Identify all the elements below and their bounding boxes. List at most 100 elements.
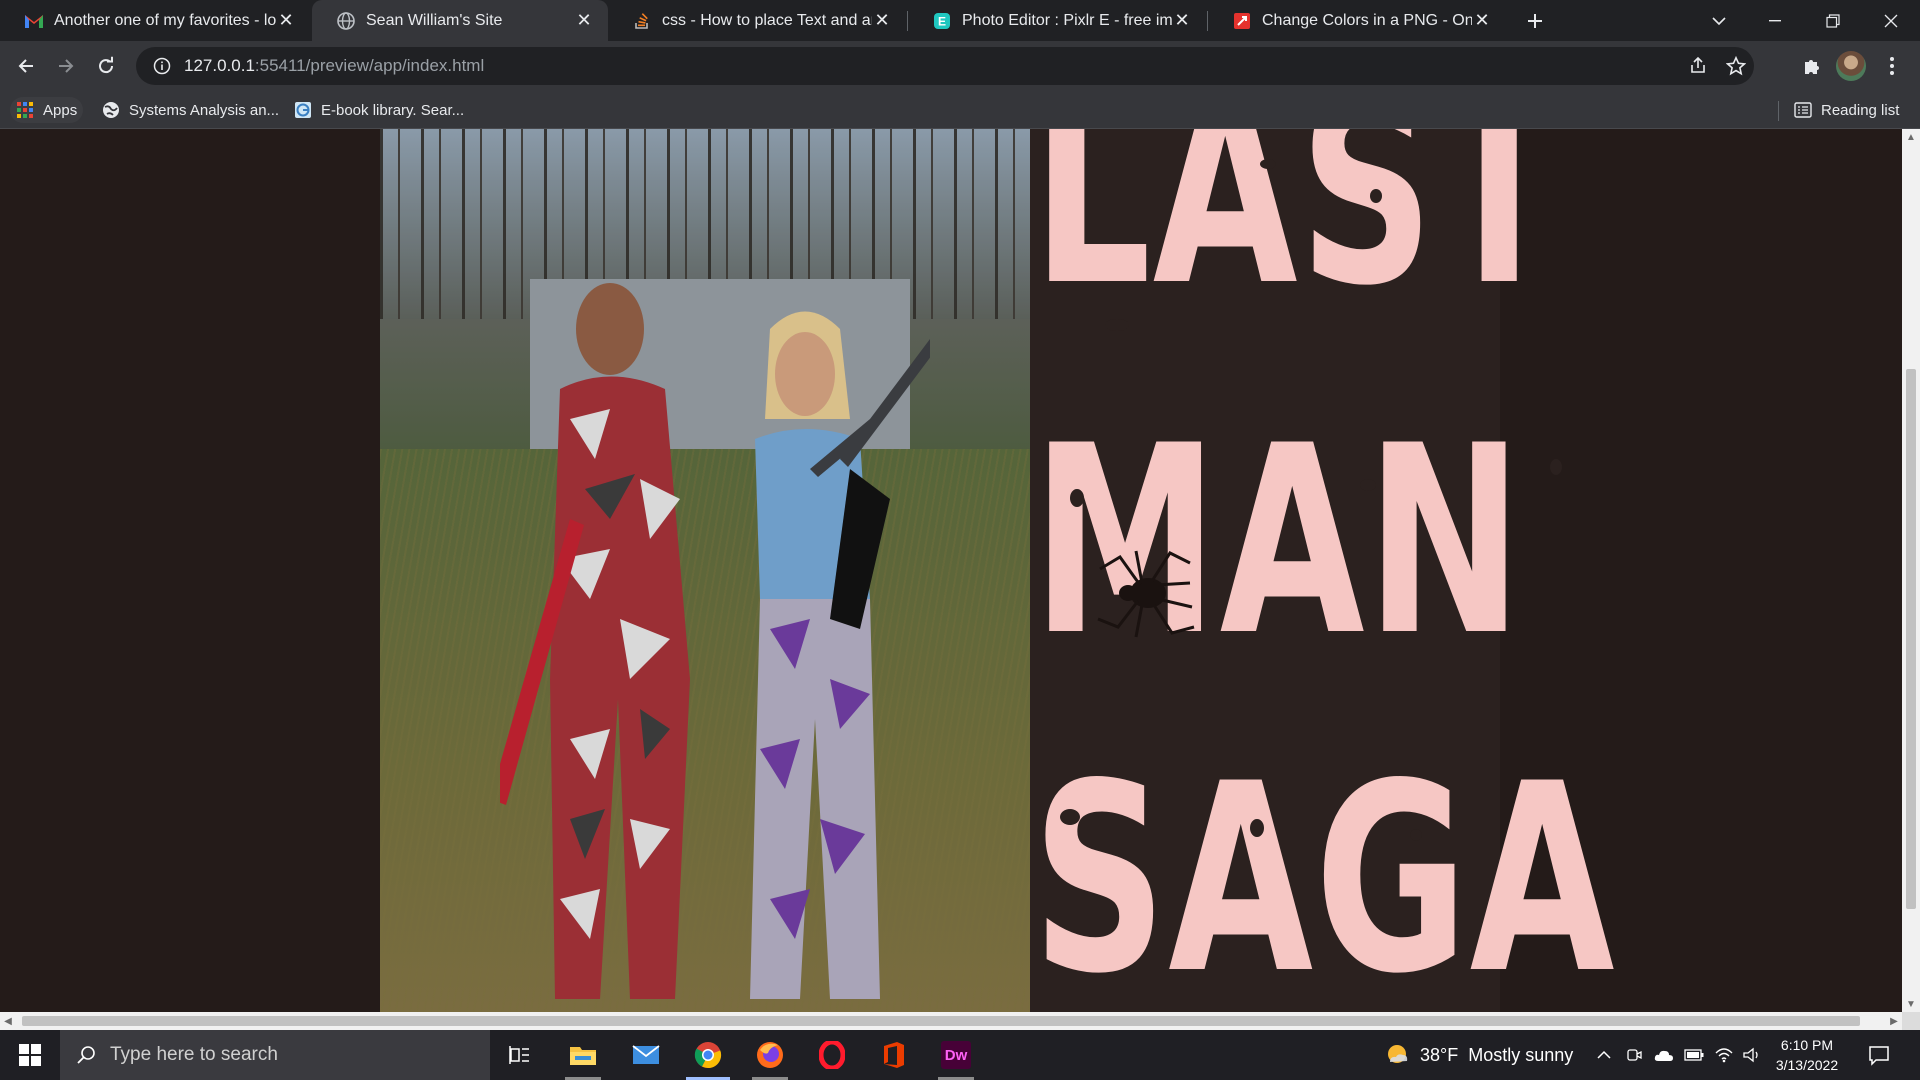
scroll-left-arrow-icon[interactable]: ◀ <box>0 1012 16 1030</box>
pixlr-icon: E <box>932 11 952 31</box>
address-bar[interactable]: 127.0.0.1:55411/preview/app/index.html <box>136 47 1754 85</box>
vertical-scrollbar[interactable]: ▲ ▼ <box>1902 129 1920 1012</box>
tab-stackoverflow[interactable]: css - How to place Text and an Im ✕ <box>608 0 906 41</box>
profile-avatar[interactable] <box>1836 51 1866 81</box>
file-explorer-button[interactable] <box>555 1030 611 1080</box>
tab-title: Photo Editor : Pixlr E - free image <box>962 11 1172 29</box>
taskbar-search-box[interactable]: Type here to search <box>60 1030 490 1080</box>
url-path: :55411/preview/app/index.html <box>254 56 485 75</box>
close-window-button[interactable] <box>1862 0 1920 41</box>
opera-button[interactable] <box>804 1030 860 1080</box>
page-viewport: LAST MAN SAGA <box>0 129 1902 1012</box>
puzzle-piece-icon <box>1805 60 1819 74</box>
back-button[interactable] <box>8 48 44 84</box>
search-icon <box>77 1046 95 1064</box>
pdf-tool-icon <box>1232 11 1252 31</box>
bookmark-star-button[interactable] <box>1718 48 1754 84</box>
title-artwork: LAST MAN SAGA <box>1030 129 1615 1012</box>
windows-taskbar: Type here to search Dw 38°F Mostly sunny <box>0 1030 1920 1080</box>
browser-toolbar: 127.0.0.1:55411/preview/app/index.html <box>0 41 1920 91</box>
tab-sean-williams-site[interactable]: Sean William's Site ✕ <box>312 0 608 41</box>
volume-icon[interactable] <box>1742 1045 1762 1065</box>
url-host: 127.0.0.1 <box>184 56 255 75</box>
tab-search-button[interactable] <box>1690 0 1748 41</box>
tab-pixlr[interactable]: E Photo Editor : Pixlr E - free image ✕ <box>908 0 1206 41</box>
bookmark-label: E-book library. Sear... <box>321 101 465 119</box>
scroll-down-arrow-icon[interactable]: ▼ <box>1902 996 1920 1012</box>
reading-list-button[interactable]: Reading list <box>1788 97 1905 123</box>
globe-icon <box>102 101 120 119</box>
tab-change-colors[interactable]: Change Colors in a PNG - Online ✕ <box>1208 0 1506 41</box>
more-vertical-icon <box>1890 57 1894 75</box>
texture-speckle <box>1260 159 1276 169</box>
battery-icon[interactable] <box>1684 1045 1704 1065</box>
bookmark-label: Systems Analysis an... <box>129 101 280 119</box>
url-text[interactable]: 127.0.0.1:55411/preview/app/index.html <box>184 56 484 76</box>
wifi-icon[interactable] <box>1714 1045 1734 1065</box>
restore-button[interactable] <box>1804 0 1862 41</box>
show-hidden-icons-icon[interactable] <box>1594 1045 1614 1065</box>
onedrive-cloud-icon[interactable] <box>1654 1045 1674 1065</box>
close-icon[interactable]: ✕ <box>1172 10 1192 31</box>
title-word-last: LAST <box>1032 129 1565 343</box>
notification-icon <box>1869 1046 1889 1066</box>
mail-button[interactable] <box>618 1030 674 1080</box>
tab-title: Change Colors in a PNG - Online <box>1262 11 1472 29</box>
search-placeholder: Type here to search <box>110 1044 278 1065</box>
close-icon[interactable]: ✕ <box>1472 10 1492 31</box>
restore-icon <box>1826 13 1840 28</box>
site-info-icon[interactable] <box>144 48 180 84</box>
weather-widget[interactable]: 38°F Mostly sunny <box>1384 1030 1573 1080</box>
start-button[interactable] <box>0 1030 60 1080</box>
texture-speckle <box>1070 489 1084 507</box>
windows-logo-icon <box>19 1044 41 1066</box>
taskbar-clock[interactable]: 6:10 PM 3/13/2022 <box>1768 1035 1846 1075</box>
task-view-button[interactable] <box>492 1030 548 1080</box>
firefox-button[interactable] <box>742 1030 798 1080</box>
close-icon[interactable]: ✕ <box>276 10 296 31</box>
horizontal-scroll-thumb[interactable] <box>22 1016 1860 1026</box>
office-button[interactable] <box>866 1030 922 1080</box>
texture-speckle <box>1360 479 1376 491</box>
tab-title: Sean William's Site <box>366 11 503 29</box>
minimize-button[interactable] <box>1746 0 1804 41</box>
weather-temp: 38°F <box>1420 1044 1459 1065</box>
dreamweaver-button[interactable]: Dw <box>928 1030 984 1080</box>
texture-speckle <box>1250 819 1264 837</box>
bookmarks-bar: Apps Systems Analysis an... E-book libra… <box>0 91 1920 129</box>
texture-speckle <box>1060 809 1080 825</box>
share-button[interactable] <box>1680 48 1716 84</box>
extensions-button[interactable] <box>1794 48 1830 84</box>
reading-list-label: Reading list <box>1821 101 1900 119</box>
bookmark-apps[interactable]: Apps <box>10 97 84 123</box>
close-icon[interactable]: ✕ <box>574 10 594 31</box>
title-word-saga: SAGA <box>1032 729 1616 1012</box>
tab-gmail[interactable]: Another one of my favorites - log ✕ <box>0 0 310 41</box>
scroll-right-arrow-icon[interactable]: ▶ <box>1886 1012 1902 1030</box>
texture-speckle <box>1105 319 1129 331</box>
texture-speckle <box>1410 829 1422 841</box>
horizontal-scrollbar[interactable]: ◀ ▶ <box>0 1012 1902 1030</box>
share-icon <box>1691 56 1705 73</box>
forward-button[interactable] <box>48 48 84 84</box>
new-tab-button[interactable] <box>1520 6 1550 36</box>
hero-photo <box>380 129 1030 1012</box>
menu-button[interactable] <box>1874 48 1910 84</box>
arrow-left-icon <box>18 59 33 73</box>
bookmark-ebook-library[interactable]: E-book library. Sear... <box>288 97 470 123</box>
notification-center-button[interactable] <box>1866 1042 1892 1068</box>
svg-text:E: E <box>938 14 946 28</box>
bookmark-systems-analysis[interactable]: Systems Analysis an... <box>96 97 285 123</box>
vertical-scroll-thumb[interactable] <box>1906 369 1916 909</box>
spider-icon <box>1097 550 1195 638</box>
minimize-icon <box>1769 19 1781 21</box>
chrome-icon <box>694 1042 722 1069</box>
mail-icon <box>632 1045 660 1064</box>
reload-icon <box>99 56 114 74</box>
meet-now-icon[interactable] <box>1624 1045 1644 1065</box>
star-icon <box>1726 56 1746 76</box>
close-icon[interactable]: ✕ <box>872 10 892 31</box>
chrome-button[interactable] <box>680 1030 736 1080</box>
reload-button[interactable] <box>88 48 124 84</box>
scroll-up-arrow-icon[interactable]: ▲ <box>1902 129 1920 145</box>
